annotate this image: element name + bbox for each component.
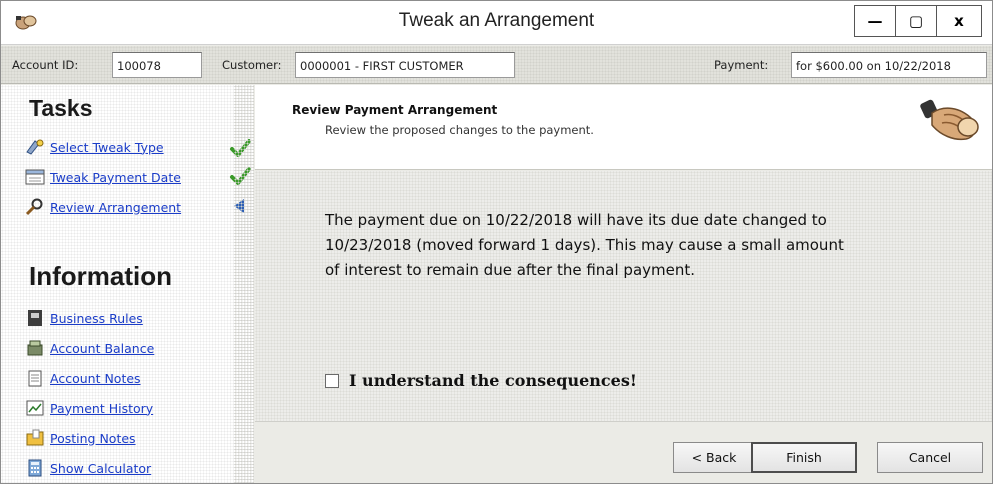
info-posting-notes[interactable]: Posting Notes [25, 428, 136, 448]
wizard-footer: < Back Finish Cancel [255, 421, 992, 483]
info-link-label[interactable]: Payment History [50, 401, 153, 416]
handshake-icon [920, 99, 979, 141]
cash-register-icon [25, 339, 45, 357]
task-label[interactable]: Select Tweak Type [50, 140, 164, 155]
task-tweak-payment-date[interactable]: Tweak Payment Date [25, 167, 181, 187]
customer-field[interactable]: 0000001 - FIRST CUSTOMER [295, 52, 515, 78]
current-step-marker-icon [234, 199, 244, 213]
info-business-rules[interactable]: Business Rules [25, 308, 143, 328]
tweak-arrangement-window: Tweak an Arrangement — ▢ x Account ID: 1… [0, 0, 993, 484]
wizard-sidebar: Tasks Select Tweak Type Tweak Payment Da… [1, 85, 254, 483]
step-title: Review Payment Arrangement [292, 103, 498, 117]
info-payment-history[interactable]: Payment History [25, 398, 153, 418]
account-id-label: Account ID: [12, 58, 79, 72]
title-bar[interactable]: Tweak an Arrangement — ▢ x [1, 1, 992, 45]
customer-label: Customer: [222, 58, 282, 72]
task-label[interactable]: Review Arrangement [50, 200, 181, 215]
magnifier-icon [25, 198, 45, 216]
back-button[interactable]: < Back [673, 442, 755, 473]
info-link-label[interactable]: Account Balance [50, 341, 154, 356]
task-select-tweak-type[interactable]: Select Tweak Type [25, 137, 164, 157]
check-icon [230, 167, 251, 185]
info-account-balance[interactable]: Account Balance [25, 338, 154, 358]
calculator-icon [25, 459, 45, 477]
payment-field[interactable]: for $600.00 on 10/22/2018 [791, 52, 987, 78]
account-id-field[interactable]: 100078 [112, 52, 202, 78]
step-body: The payment due on 10/22/2018 will have … [255, 171, 992, 421]
info-link-label[interactable]: Account Notes [50, 371, 141, 386]
minimize-button[interactable]: — [855, 6, 896, 36]
payment-label: Payment: [714, 58, 769, 72]
close-button[interactable]: x [937, 6, 981, 36]
consent-checkbox[interactable] [325, 373, 339, 388]
calendar-icon [25, 168, 45, 186]
account-info-bar: Account ID: 100078 Customer: 0000001 - F… [1, 46, 992, 84]
info-account-notes[interactable]: Account Notes [25, 368, 141, 388]
info-link-label[interactable]: Business Rules [50, 311, 143, 326]
consent-checkbox-row[interactable]: I understand the consequences! [325, 371, 637, 390]
arrangement-change-message: The payment due on 10/22/2018 will have … [325, 211, 844, 279]
cancel-button[interactable]: Cancel [877, 442, 983, 473]
maximize-button[interactable]: ▢ [896, 6, 937, 36]
wizard-content: Review Payment Arrangement Review the pr… [255, 85, 992, 483]
task-label[interactable]: Tweak Payment Date [50, 170, 181, 185]
window-title: Tweak an Arrangement [398, 10, 595, 31]
info-show-calculator[interactable]: Show Calculator [25, 458, 151, 478]
finish-button[interactable]: Finish [751, 442, 857, 473]
window-controls: — ▢ x [854, 5, 982, 37]
notepad-icon [25, 369, 45, 387]
info-link-label[interactable]: Posting Notes [50, 431, 136, 446]
chart-icon [25, 399, 45, 417]
information-heading: Information [29, 261, 172, 291]
wizard-icon [25, 138, 45, 156]
rules-book-icon [25, 309, 45, 327]
folder-notes-icon [25, 429, 45, 447]
info-link-label[interactable]: Show Calculator [50, 461, 151, 476]
step-header: Review Payment Arrangement Review the pr… [255, 85, 992, 170]
check-icon [230, 139, 251, 157]
consent-label[interactable]: I understand the consequences! [349, 371, 637, 390]
step-subtitle: Review the proposed changes to the payme… [325, 123, 594, 137]
task-review-arrangement[interactable]: Review Arrangement [25, 197, 181, 217]
tasks-heading: Tasks [29, 95, 93, 121]
